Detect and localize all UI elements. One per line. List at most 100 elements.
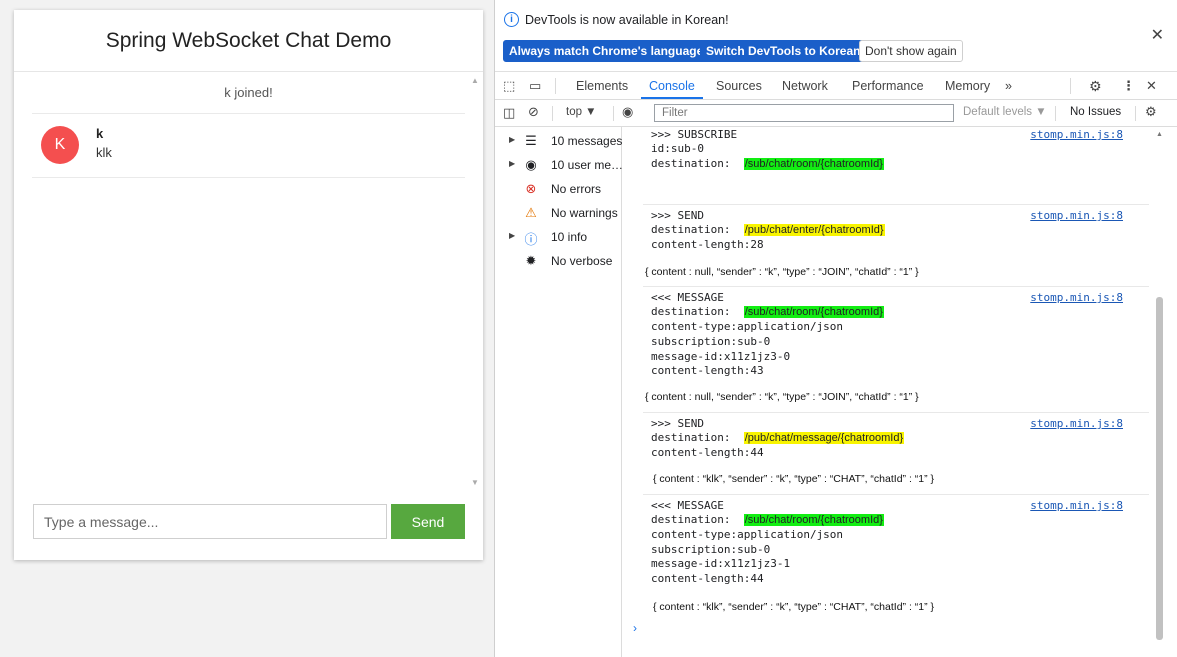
console-scrollbar[interactable]: ▲ [1154,127,1165,647]
console-prompt[interactable]: › [633,621,637,635]
scroll-down-icon[interactable]: ▼ [471,478,479,487]
filter-input[interactable]: Filter [654,104,954,122]
source-link[interactable]: stomp.min.js:8 [1030,128,1123,141]
sidebar-item-messages[interactable]: ▶ ☰ 10 messages [495,132,622,152]
tab-sources[interactable]: Sources [716,79,762,93]
log-line: message-id:x11z1jz3-1 [651,557,791,570]
context-selector[interactable]: top ▼ [566,106,597,118]
message-area[interactable]: k joined! K k klk [14,72,483,492]
sidebar-item-verbose[interactable]: ✹ No verbose [495,252,621,272]
scroll-thumb[interactable] [1156,297,1163,640]
tab-memory[interactable]: Memory [945,79,990,93]
divider [1135,106,1136,121]
sidebar-label: No warnings [551,206,618,220]
log-destination: destination: /sub/chat/room/{chatroomId} [651,157,884,171]
destination-highlight: /pub/chat/enter/{chatroomId} [743,224,885,236]
destination-label: destination: [651,157,731,170]
destination-label: destination: [651,431,731,444]
tab-performance[interactable]: Performance [852,79,924,93]
event-message: k joined! [32,72,465,114]
tab-console[interactable]: Console [649,79,695,93]
send-button[interactable]: Send [391,504,465,539]
infobar-text: DevTools is now available in Korean! [525,13,729,27]
log-separator [643,494,1149,495]
scroll-up-icon[interactable]: ▲ [471,76,479,85]
log-line: content-type:application/json [651,528,844,541]
sidebar-item-errors[interactable]: ⊗ No errors [495,180,621,200]
destination-highlight: /sub/chat/room/{chatroomId} [743,306,884,318]
sidebar-label: No errors [551,182,602,196]
bug-icon: ✹ [525,253,537,268]
switch-korean-button[interactable]: Switch DevTools to Korean [700,40,867,62]
close-devtools-icon[interactable]: ✕ [1146,78,1157,94]
log-line: content-length:44 [651,572,764,585]
user-icon: ◉ [525,157,537,172]
log-line: <<< MESSAGE [651,499,724,512]
sidebar-label: No verbose [551,254,613,268]
log-separator [643,204,1149,205]
log-destination: destination: /pub/chat/message/{chatroom… [651,431,905,445]
clear-console-icon[interactable]: ⊘ [528,104,539,120]
inspect-element-icon[interactable]: ⬚ [503,78,515,94]
json-annotation: { content : “klk”, “sender” : “k”, “type… [653,473,935,485]
source-link[interactable]: stomp.min.js:8 [1030,291,1123,304]
sidebar-item-warnings[interactable]: ⚠ No warnings [495,204,621,224]
tab-elements[interactable]: Elements [576,79,628,93]
match-language-button[interactable]: Always match Chrome's language [503,40,710,62]
log-levels-dropdown[interactable]: Default levels ▼ [963,106,1047,118]
log-destination: destination: /sub/chat/room/{chatroomId} [651,305,884,319]
more-tabs-icon[interactable]: » [1005,79,1012,93]
destination-highlight: /sub/chat/room/{chatroomId} [743,158,884,170]
message-text: klk [96,145,112,160]
console-settings-icon[interactable]: ⚙ [1145,104,1157,120]
log-line: subscription:sub-0 [651,335,771,348]
expand-arrow-icon[interactable]: ▶ [509,159,515,168]
sidebar-item-user-messages[interactable]: ▶ ◉ 10 user me… [495,156,624,176]
source-link[interactable]: stomp.min.js:8 [1030,209,1123,222]
source-link[interactable]: stomp.min.js:8 [1030,417,1123,430]
log-destination: destination: /sub/chat/room/{chatroomId} [651,513,884,527]
more-options-icon[interactable]: ⋮ [1122,78,1135,94]
sidebar-label: 10 user me… [551,158,624,172]
eye-icon[interactable]: ◉ [622,104,633,120]
active-tab-indicator [641,97,703,99]
device-toolbar-icon[interactable]: ▭ [529,78,541,94]
message-form: Send [33,504,465,540]
source-link[interactable]: stomp.min.js:8 [1030,499,1123,512]
sidebar-label: 10 info [551,230,588,244]
message-scrollbar[interactable]: ▲ ▼ [469,74,481,494]
list-icon: ☰ [525,133,537,148]
warning-icon: ⚠ [525,205,537,220]
dont-show-again-button[interactable]: Don't show again [859,40,963,62]
divider [555,78,556,94]
message-input[interactable] [33,504,387,539]
issues-button[interactable]: No Issues [1070,106,1121,118]
divider [1055,106,1056,121]
settings-icon[interactable]: ⚙ [1089,78,1102,95]
scroll-up-icon[interactable]: ▲ [1156,131,1163,138]
destination-label: destination: [651,305,731,318]
log-separator [643,412,1149,413]
log-line: content-type:application/json [651,320,844,333]
sidebar-item-info[interactable]: ▶ ⓘ 10 info [495,228,621,248]
error-icon: ⊗ [525,181,537,196]
filter-placeholder: Filter [662,107,688,119]
expand-arrow-icon[interactable]: ▶ [509,231,515,240]
log-line: message-id:x11z1jz3-0 [651,350,791,363]
json-annotation: { content : null, “sender” : “k”, “type”… [645,391,919,403]
divider [613,106,614,121]
chat-header: Spring WebSocket Chat Demo [14,10,483,72]
console-log[interactable]: >>> SUBSCRIBE stomp.min.js:8 id:sub-0 de… [623,127,1151,649]
chat-app: Spring WebSocket Chat Demo k joined! K k… [0,0,494,657]
sidebar-toggle-icon[interactable]: ◫ [503,105,515,121]
expand-arrow-icon[interactable]: ▶ [509,135,515,144]
chat-card: Spring WebSocket Chat Demo k joined! K k… [14,10,483,560]
info-icon: ⓘ [524,232,538,247]
divider [1070,78,1071,94]
tab-network[interactable]: Network [782,79,828,93]
log-line: <<< MESSAGE [651,291,724,304]
destination-highlight: /pub/chat/message/{chatroomId} [743,432,905,444]
close-icon[interactable]: ✕ [1151,25,1164,45]
devtools-panel: i DevTools is now available in Korean! ✕… [494,0,1177,657]
log-line: >>> SUBSCRIBE [651,128,738,141]
